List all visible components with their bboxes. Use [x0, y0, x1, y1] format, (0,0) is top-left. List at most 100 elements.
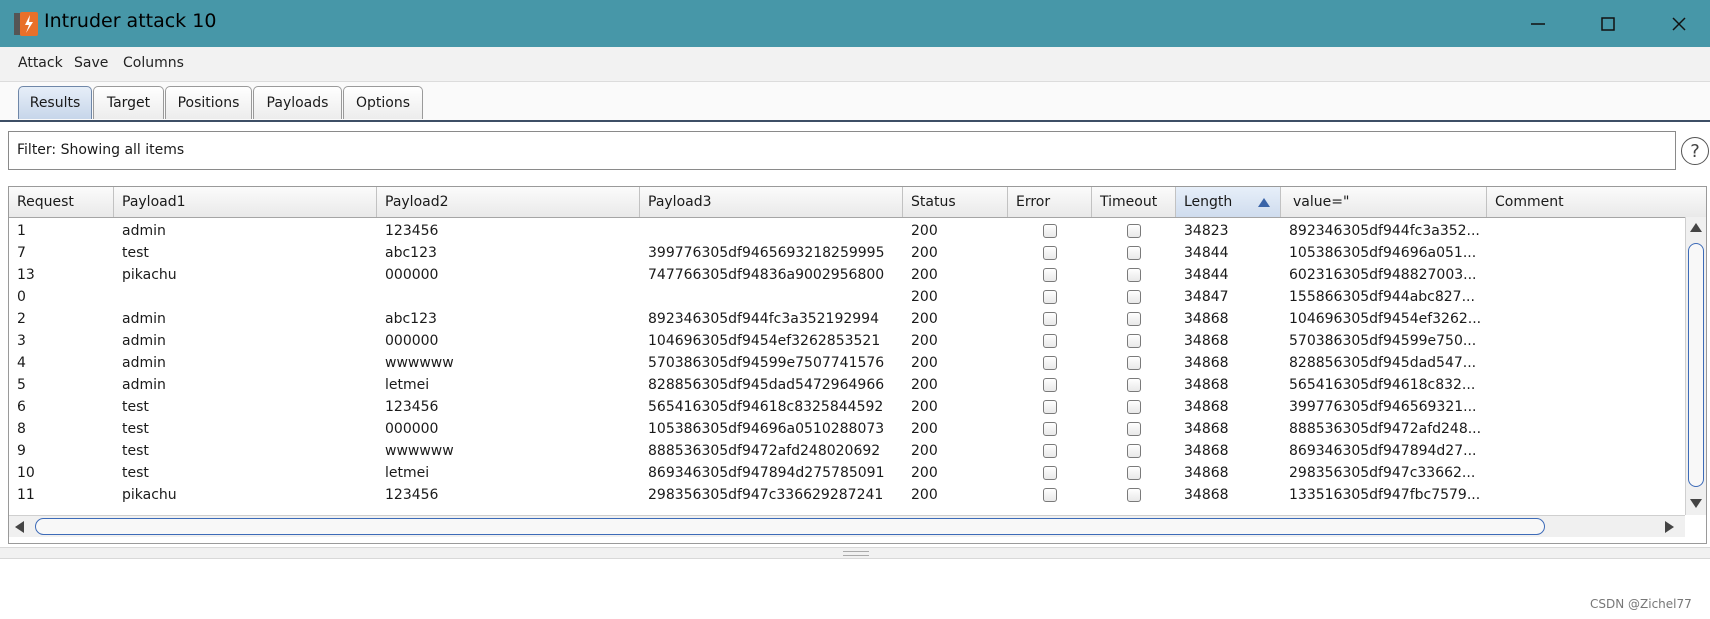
table-cell: 200 [911, 443, 938, 459]
timeout-checkbox[interactable] [1127, 378, 1141, 392]
error-cell [1008, 395, 1092, 419]
timeout-checkbox[interactable] [1127, 444, 1141, 458]
table-row[interactable]: 4 admin wwwwww 570386305df94599e7507741576 2… [9, 351, 1685, 375]
table-cell: 8 [17, 421, 26, 437]
tab-target[interactable]: Target [93, 86, 164, 119]
column-header-payload2[interactable]: Payload2 [377, 187, 640, 217]
column-header-comment[interactable]: Comment [1487, 187, 1706, 217]
table-row[interactable]: 1 admin 123456 200 34823 892346305df944fc3a35… [9, 219, 1685, 243]
tab-positions[interactable]: Positions [165, 86, 252, 119]
timeout-checkbox[interactable] [1127, 224, 1141, 238]
menu-columns[interactable]: Columns [123, 55, 184, 71]
timeout-checkbox[interactable] [1127, 312, 1141, 326]
table-row[interactable]: 10 test letmei 869346305df947894d275785091 2… [9, 461, 1685, 485]
scroll-down-icon[interactable] [1690, 499, 1702, 508]
table-cell: 3 [17, 333, 26, 349]
table-cell: 000000 [385, 333, 439, 349]
column-header-payload3[interactable]: Payload3 [640, 187, 903, 217]
timeout-checkbox[interactable] [1127, 400, 1141, 414]
timeout-checkbox[interactable] [1127, 246, 1141, 260]
table-row[interactable]: 3 admin 000000 104696305df9454ef3262853521 2… [9, 329, 1685, 353]
column-header-request[interactable]: Request [9, 187, 114, 217]
column-header-value[interactable]: value=" [1281, 187, 1487, 217]
vertical-scroll-thumb[interactable] [1688, 243, 1704, 487]
timeout-checkbox[interactable] [1127, 488, 1141, 502]
error-checkbox[interactable] [1043, 422, 1057, 436]
column-header-payload1[interactable]: Payload1 [114, 187, 377, 217]
vertical-scrollbar[interactable] [1685, 217, 1706, 515]
timeout-checkbox[interactable] [1127, 334, 1141, 348]
column-header-error[interactable]: Error [1008, 187, 1092, 217]
table-row[interactable]: 8 test 000000 105386305df94696a0510288073 20… [9, 417, 1685, 441]
table-cell: 1 [17, 223, 26, 239]
table-cell: 892346305df944fc3a352... [1289, 223, 1480, 239]
table-cell: 34844 [1184, 245, 1229, 261]
maximize-button[interactable] [1573, 0, 1643, 47]
timeout-cell [1092, 307, 1176, 331]
table-cell: test [122, 399, 149, 415]
table-row[interactable]: 2 admin abc123 892346305df944fc3a352192994 2… [9, 307, 1685, 331]
timeout-cell [1092, 219, 1176, 243]
error-checkbox[interactable] [1043, 444, 1057, 458]
scroll-up-icon[interactable] [1690, 223, 1702, 232]
table-cell: 104696305df9454ef3262853521 [648, 333, 881, 349]
horizontal-scrollbar[interactable] [9, 515, 1685, 537]
error-checkbox[interactable] [1043, 466, 1057, 480]
table-cell: 602316305df948827003... [1289, 267, 1477, 283]
table-cell: 888536305df9472afd248020692 [648, 443, 881, 459]
error-checkbox[interactable] [1043, 312, 1057, 326]
column-header-status[interactable]: Status [903, 187, 1008, 217]
timeout-checkbox[interactable] [1127, 466, 1141, 480]
table-row[interactable]: 5 admin letmei 828856305df945dad5472964966 2… [9, 373, 1685, 397]
tab-payloads[interactable]: Payloads [253, 86, 342, 119]
menu-attack[interactable]: Attack [18, 55, 63, 71]
table-cell: 200 [911, 487, 938, 503]
table-row[interactable]: 7 test abc123 399776305df9465693218259995 20… [9, 241, 1685, 265]
table-cell: 200 [911, 421, 938, 437]
error-cell [1008, 241, 1092, 265]
error-checkbox[interactable] [1043, 246, 1057, 260]
scroll-left-icon[interactable] [15, 521, 24, 533]
tab-options[interactable]: Options [343, 86, 423, 119]
table-row[interactable]: 0 200 34847 155866305df944abc827... [9, 285, 1685, 309]
error-cell [1008, 329, 1092, 353]
table-cell [114, 285, 377, 309]
table-row[interactable]: 6 test 123456 565416305df94618c8325844592 20… [9, 395, 1685, 419]
table-cell [640, 285, 903, 309]
table-cell: 155866305df944abc827... [1289, 289, 1475, 305]
error-checkbox[interactable] [1043, 356, 1057, 370]
error-checkbox[interactable] [1043, 334, 1057, 348]
timeout-checkbox[interactable] [1127, 422, 1141, 436]
error-checkbox[interactable] [1043, 488, 1057, 502]
tab-strip: Results Target Positions Payloads Option… [0, 82, 1710, 122]
horizontal-scroll-thumb[interactable] [35, 518, 1545, 535]
error-checkbox[interactable] [1043, 290, 1057, 304]
splitter-grip-icon[interactable] [843, 551, 869, 556]
table-row[interactable]: 9 test wwwwww 888536305df9472afd248020692 20… [9, 439, 1685, 463]
minimize-button[interactable] [1503, 0, 1573, 47]
table-cell: abc123 [385, 311, 437, 327]
tab-results[interactable]: Results [18, 86, 92, 119]
table-cell: admin [122, 377, 166, 393]
menu-save[interactable]: Save [74, 55, 108, 71]
table-row[interactable]: 13 pikachu 000000 747766305df94836a90029568… [9, 263, 1685, 287]
column-header-timeout[interactable]: Timeout [1092, 187, 1176, 217]
table-row[interactable]: 11 pikachu 123456 298356305df947c3366292872… [9, 483, 1685, 507]
error-checkbox[interactable] [1043, 378, 1057, 392]
timeout-checkbox[interactable] [1127, 268, 1141, 282]
table-cell: 133516305df947fbc7579... [1289, 487, 1481, 503]
table-cell [377, 285, 640, 309]
error-checkbox[interactable] [1043, 268, 1057, 282]
error-checkbox[interactable] [1043, 224, 1057, 238]
column-header-length[interactable]: Length [1176, 187, 1281, 217]
pane-splitter[interactable] [0, 547, 1710, 559]
help-icon[interactable]: ? [1681, 137, 1709, 165]
timeout-checkbox[interactable] [1127, 356, 1141, 370]
error-checkbox[interactable] [1043, 400, 1057, 414]
close-button[interactable] [1644, 0, 1710, 47]
timeout-checkbox[interactable] [1127, 290, 1141, 304]
scroll-right-icon[interactable] [1665, 521, 1674, 533]
table-cell: 000000 [385, 267, 439, 283]
table-cell: 11 [17, 487, 35, 503]
filter-bar[interactable]: Filter: Showing all items [8, 131, 1676, 170]
